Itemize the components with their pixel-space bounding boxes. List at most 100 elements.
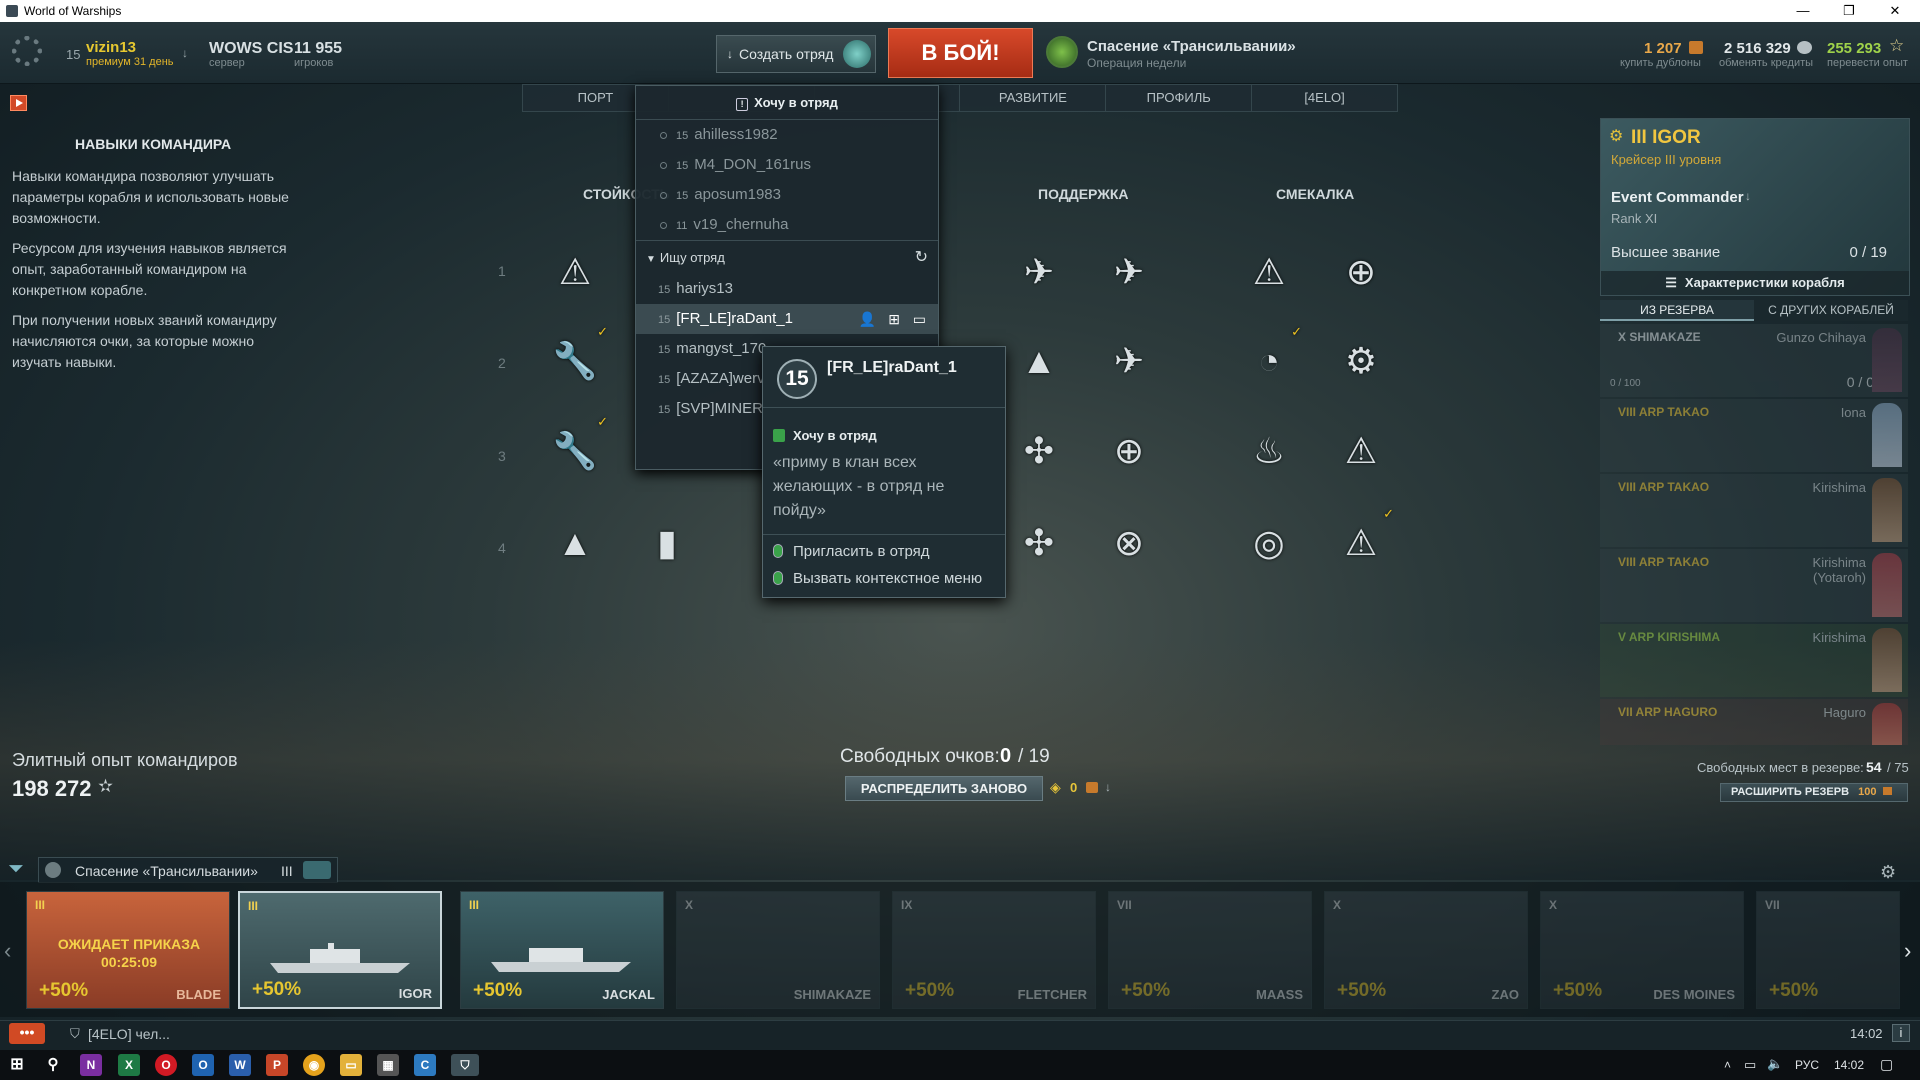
chevron-down-icon[interactable]: ↓ (1105, 780, 1111, 794)
skill-radar-icon[interactable]: ◎ (1238, 512, 1300, 574)
powerpoint-icon[interactable]: P (266, 1054, 288, 1076)
close-button[interactable]: ✕ (1872, 0, 1918, 22)
reserve-commander-card[interactable]: X SHIMAKAZE Gunzo Chihaya 0 / 100 0 / 0 (1600, 324, 1908, 397)
ship-card-igor-selected[interactable]: III +50% IGOR (238, 891, 442, 1009)
tray-chevron-icon[interactable]: ˄ (1724, 1058, 1731, 1072)
word-icon[interactable]: W (229, 1054, 251, 1076)
chevron-down-icon[interactable]: ↓ (1745, 189, 1751, 203)
refresh-icon[interactable]: ↻ (915, 241, 928, 275)
onenote-icon[interactable]: N (80, 1054, 102, 1076)
add-user-icon[interactable]: 👤 (859, 304, 876, 334)
more-icon[interactable]: ... (1278, 38, 1291, 55)
volume-icon[interactable]: 🔈 (1767, 1056, 1783, 1072)
battle-mode-title[interactable]: Спасение «Трансильвании» (1087, 38, 1296, 55)
excel-icon[interactable]: X (118, 1054, 140, 1076)
skill-alert-down-icon[interactable]: ⚠ ✓ (1330, 506, 1394, 574)
skill-torpedo-alert-icon[interactable]: ⚠ (1238, 241, 1300, 303)
ship-card-shimakaze[interactable]: X SHIMAKAZE (676, 891, 880, 1009)
taskbar-clock[interactable]: 14:02 (1834, 1058, 1864, 1072)
skill-plane-up2-icon[interactable]: ✣ (1008, 512, 1070, 574)
invite-shield-icon[interactable]: ⊞ (888, 304, 900, 334)
reserve-commander-card[interactable]: VIII ARP TAKAO Kirishima (Yotaroh) (1600, 549, 1908, 622)
skill-plane-icon[interactable]: ✈ (1098, 330, 1160, 392)
seeking-squad-header[interactable]: ▼ Ищу отряд ↻ (636, 240, 938, 274)
tab-from-reserve[interactable]: ИЗ РЕЗЕРВА (1600, 300, 1754, 321)
tab-from-other-ships[interactable]: С ДРУГИХ КОРАБЛЕЙ (1754, 300, 1908, 321)
ship-card-french[interactable]: VII +50% (1756, 891, 1900, 1009)
maximize-button[interactable]: ❐ (1826, 0, 1872, 22)
ship-card-blade[interactable]: III ОЖИДАЕТ ПРИКАЗА 00:25:09 +50% BLADE (26, 891, 230, 1009)
commander-title[interactable]: Event Commander (1611, 189, 1744, 206)
skill-gun-alert-icon[interactable]: ⚠ (1330, 420, 1392, 482)
exchange-credits-link[interactable]: обменять кредиты (1719, 57, 1813, 69)
outlook-icon[interactable]: O (192, 1054, 214, 1076)
chat-channel[interactable]: [4ELO] чел... (88, 1026, 170, 1042)
chat-icon[interactable]: ▭ (913, 304, 926, 334)
convert-xp-link[interactable]: перевести опыт (1827, 57, 1908, 69)
file-explorer-icon[interactable]: ▭ (340, 1054, 362, 1076)
active-filter[interactable]: Спасение «Трансильвании» III (38, 857, 338, 883)
battle-button[interactable]: В БОЙ! (888, 28, 1033, 78)
skill-crosshair-icon[interactable]: ⊗ (1098, 512, 1160, 574)
ship-card-jackal[interactable]: III +50% JACKAL (460, 891, 664, 1009)
reserve-commander-card[interactable]: VIII ARP TAKAO Kirishima (1600, 474, 1908, 547)
operation-icon[interactable] (1046, 36, 1078, 68)
network-icon[interactable]: ▭ (1744, 1057, 1756, 1073)
seeking-player-row[interactable]: 15 hariys13 (636, 274, 938, 304)
buy-doubloons-link[interactable]: купить дублоны (1620, 57, 1701, 69)
skill-priority-target-icon[interactable]: ⚠ (544, 241, 606, 303)
ship-card-fletcher[interactable]: IX +50% FLETCHER (892, 891, 1096, 1009)
settings-gear-icon[interactable] (12, 36, 42, 66)
skill-plane-plus-icon[interactable]: ⊕ (1098, 420, 1160, 482)
create-squad-button[interactable]: ↓ Создать отряд (716, 35, 876, 73)
squad-member-row[interactable]: 15 ahilless1982 (636, 120, 938, 150)
ship-card-zao[interactable]: X +50% ZAO (1324, 891, 1528, 1009)
skill-bottle-icon[interactable]: ▮ (636, 512, 698, 574)
reserve-commander-card[interactable]: VIII ARP TAKAO Iona (1600, 399, 1908, 472)
tab-development[interactable]: РАЗВИТИЕ (960, 85, 1107, 111)
skill-fighter-icon[interactable]: ✈ (1008, 241, 1070, 303)
ship-card-des-moines[interactable]: X +50% DES MOINES (1540, 891, 1744, 1009)
language-indicator[interactable]: РУС (1795, 1058, 1819, 1072)
seeking-player-row-selected[interactable]: 15 [FR_LE]raDant_1 👤 ⊞ ▭ (636, 304, 938, 334)
notifications-icon[interactable]: ▢ (1880, 1056, 1893, 1073)
skill-aa-icon[interactable]: ✈ (1098, 241, 1160, 303)
skill-engine-icon[interactable]: ⚙ (1330, 330, 1392, 392)
video-icon[interactable] (10, 95, 27, 111)
reserve-commander-card[interactable]: V ARP KIRISHIMA Kirishima (1600, 624, 1908, 697)
chat-menu-button[interactable]: ••• (9, 1023, 45, 1044)
squad-member-row[interactable]: 15 M4_DON_161rus (636, 150, 938, 180)
windows-start-icon[interactable]: ⊞ (6, 1054, 28, 1076)
skill-fire-icon[interactable]: ♨ (1238, 420, 1300, 482)
chevron-down-icon[interactable]: ↓ (182, 46, 188, 60)
skill-repair-timer-icon[interactable]: 🔧 ✓ (544, 324, 608, 392)
player-name[interactable]: vizin13 (86, 39, 136, 56)
search-icon[interactable]: ⚲ (42, 1054, 64, 1076)
chrome-icon[interactable]: ◉ (303, 1054, 325, 1076)
tab-profile[interactable]: ПРОФИЛЬ (1106, 85, 1253, 111)
skill-repair-up-icon[interactable]: 🔧 ✓ (544, 414, 608, 482)
calculator-icon[interactable]: ▦ (377, 1054, 399, 1076)
redistribute-button[interactable]: РАСПРЕДЕЛИТЬ ЗАНОВО (845, 776, 1043, 801)
skill-repair-plus-icon[interactable]: ⊕ (1330, 241, 1392, 303)
ship-card-maass[interactable]: VII +50% MAASS (1108, 891, 1312, 1009)
skill-deck-armor-icon[interactable]: ▲ (1008, 330, 1070, 392)
skill-shell-timer-icon[interactable]: ◔ ✓ (1238, 324, 1302, 392)
squad-member-row[interactable]: 11 v19_chernuha (636, 210, 938, 240)
skill-armor-up-icon[interactable]: ▲ (544, 512, 606, 574)
premium-status[interactable]: премиум 31 день (86, 56, 174, 68)
carousel-right-arrow-icon[interactable]: › (1904, 938, 1911, 964)
tab-clan[interactable]: [4ELO] (1252, 85, 1397, 111)
minimize-button[interactable]: — (1780, 0, 1826, 22)
world-of-warships-taskbar-icon[interactable]: ⛉ (451, 1054, 479, 1076)
expand-reserve-button[interactable]: РАСШИРИТЬ РЕЗЕРВ 100 (1720, 783, 1908, 802)
reserve-commander-card[interactable]: VII ARP HAGURO Haguro (1600, 699, 1908, 745)
app-icon[interactable]: C (414, 1054, 436, 1076)
skill-plane-up-icon[interactable]: ✣ (1008, 420, 1070, 482)
squad-member-row[interactable]: 15 aposum1983 (636, 180, 938, 210)
ship-specs-button[interactable]: ☰ Характеристики корабля (1601, 271, 1909, 295)
opera-icon[interactable]: O (155, 1054, 177, 1076)
filter-icon[interactable]: ⏷ (8, 858, 24, 881)
carousel-settings-gear-icon[interactable]: ⚙ (1880, 862, 1896, 883)
info-icon[interactable]: i (1892, 1024, 1910, 1042)
